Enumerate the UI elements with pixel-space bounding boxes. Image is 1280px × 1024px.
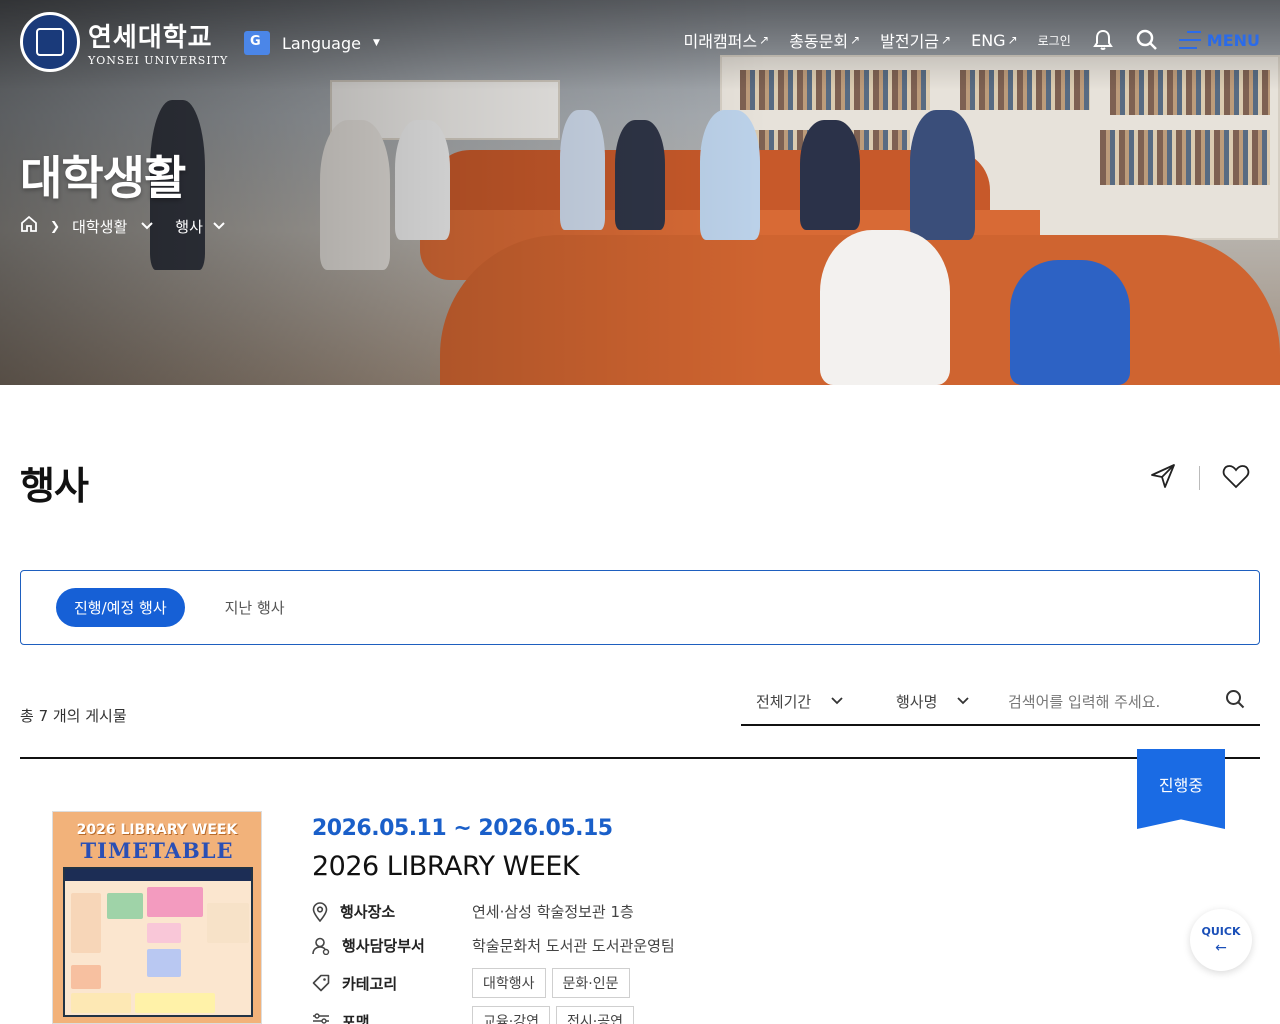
hero-title: 대학생활 xyxy=(20,151,186,205)
chevron-down-icon xyxy=(831,697,843,705)
event-date: 2026.05.11 ~ 2026.05.15 xyxy=(312,816,613,841)
search-bar: 전체기간 행사명 검색어를 입력해 주세요. xyxy=(741,678,1260,726)
nav-link-future-campus[interactable]: 미래캠퍼스 ↗ xyxy=(684,28,770,52)
poster-subtitle: TIMETABLE xyxy=(80,838,234,863)
event-poster-image[interactable]: 2026 LIBRARY WEEK TIMETABLE xyxy=(52,811,262,1024)
event-format-row: 포맷 교육·강연 전시·공연 xyxy=(312,1006,640,1024)
category-label: 카테고리 xyxy=(342,974,398,993)
chevron-down-icon xyxy=(957,697,970,705)
breadcrumb-item-campus-life[interactable]: 대학생활 xyxy=(72,216,153,237)
category-tag[interactable]: 문화·인문 xyxy=(551,968,630,998)
period-select[interactable]: 전체기간 xyxy=(741,691,881,712)
format-label: 포맷 xyxy=(342,1012,370,1024)
translate-icon xyxy=(244,31,270,55)
logo-name-korean: 연세대학교 xyxy=(88,23,213,53)
poster-title: 2026 LIBRARY WEEK xyxy=(76,822,238,838)
format-tag[interactable]: 전시·공연 xyxy=(555,1006,634,1024)
event-tabs: 진행/예정 행사 지난 행사 xyxy=(20,570,1260,645)
external-link-icon: ↗ xyxy=(759,33,770,47)
format-tag[interactable]: 교육·강연 xyxy=(472,1006,550,1024)
language-selector[interactable]: Language ▼ xyxy=(244,31,380,55)
external-link-icon: ↗ xyxy=(1007,33,1018,47)
nav-link-english[interactable]: ENG ↗ xyxy=(971,31,1018,50)
page-title: 행사 xyxy=(20,464,89,508)
arrow-left-icon: ← xyxy=(1215,939,1227,956)
menu-button[interactable]: MENU xyxy=(1178,31,1260,50)
login-link[interactable]: 로그인 xyxy=(1038,32,1071,49)
breadcrumb-item-events[interactable]: 행사 xyxy=(175,216,225,237)
share-icon[interactable] xyxy=(1149,462,1177,494)
language-label: Language xyxy=(282,33,361,53)
external-link-icon: ↗ xyxy=(850,33,861,47)
tag-icon xyxy=(312,974,330,992)
list-divider xyxy=(20,757,1260,759)
place-label: 행사장소 xyxy=(340,903,396,921)
event-title[interactable]: 2026 LIBRARY WEEK xyxy=(312,851,580,882)
home-icon[interactable] xyxy=(20,215,38,237)
place-value: 연세·삼성 학술정보관 1층 xyxy=(472,903,634,921)
poster-timetable-graphic xyxy=(63,867,253,1017)
hamburger-icon xyxy=(1178,31,1201,49)
search-icon[interactable] xyxy=(1225,689,1245,713)
status-badge: 진행중 xyxy=(1137,749,1225,829)
tab-current-events[interactable]: 진행/예정 행사 xyxy=(56,588,185,627)
bell-icon[interactable] xyxy=(1091,28,1115,52)
nav-link-alumni[interactable]: 총동문회 ↗ xyxy=(789,28,860,52)
top-navigation: 미래캠퍼스 ↗ 총동문회 ↗ 발전기금 ↗ ENG ↗ 로그인 MENU xyxy=(684,28,1260,52)
department-value: 학술문화처 도서관 도서관운영팀 xyxy=(472,937,675,955)
tab-past-events[interactable]: 지난 행사 xyxy=(225,597,285,618)
university-logo[interactable]: 연세대학교 YONSEI UNIVERSITY xyxy=(20,12,228,72)
caret-down-icon: ▼ xyxy=(372,38,380,48)
chevron-right-icon: ❯ xyxy=(50,219,61,233)
search-field-select[interactable]: 행사명 xyxy=(881,691,981,712)
sliders-icon xyxy=(313,1013,329,1024)
nav-link-fund[interactable]: 발전기금 ↗ xyxy=(880,28,951,52)
event-category-row: 카테고리 대학행사 문화·인문 xyxy=(312,968,636,998)
person-icon xyxy=(312,937,330,955)
event-place-row: 행사장소 연세·삼성 학술정보관 1층 xyxy=(312,901,634,922)
quick-menu-button[interactable]: QUICK ← xyxy=(1190,909,1252,971)
location-pin-icon xyxy=(312,901,328,922)
favorite-heart-icon[interactable] xyxy=(1222,463,1250,493)
category-tag[interactable]: 대학행사 xyxy=(472,968,546,998)
breadcrumb: ❯ 대학생활 행사 xyxy=(20,215,225,237)
search-icon[interactable] xyxy=(1135,28,1159,52)
chevron-down-icon xyxy=(213,222,225,230)
search-input[interactable]: 검색어를 입력해 주세요. xyxy=(1008,691,1225,712)
event-department-row: 행사담당부서 학술문화처 도서관 도서관운영팀 xyxy=(312,935,675,956)
university-seal-icon xyxy=(20,12,80,72)
department-label: 행사담당부서 xyxy=(342,937,425,955)
external-link-icon: ↗ xyxy=(941,33,952,47)
divider xyxy=(1199,466,1200,490)
post-count: 총 7 개의 게시물 xyxy=(20,707,127,725)
page-actions xyxy=(1149,462,1250,494)
chevron-down-icon xyxy=(141,222,153,230)
logo-name-english: YONSEI UNIVERSITY xyxy=(88,54,229,67)
